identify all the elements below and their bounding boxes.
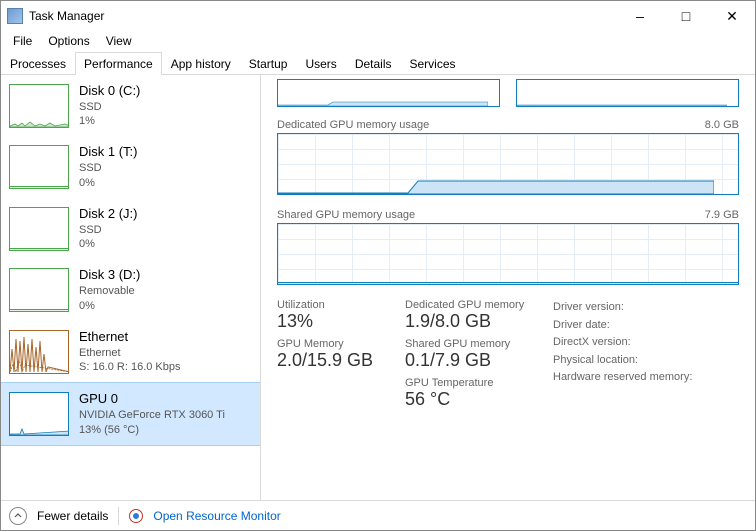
sparkline-icon (9, 84, 69, 128)
menu-view[interactable]: View (98, 32, 140, 50)
sparkline-icon (9, 392, 69, 436)
tab-app-history[interactable]: App history (162, 52, 240, 75)
content-area: Disk 0 (C:) SSD 1% Disk 1 (T:) SSD 0% Di… (1, 75, 755, 500)
tab-performance[interactable]: Performance (75, 52, 162, 75)
sidebar-item-info: Ethernet Ethernet S: 16.0 R: 16.0 Kbps (79, 329, 181, 374)
stat-label: Shared GPU memory (405, 338, 545, 350)
sidebar-item-sub: SSD (79, 223, 138, 237)
dedicated-memory-label: Dedicated GPU memory usage (277, 119, 429, 131)
tab-processes[interactable]: Processes (1, 52, 75, 75)
sidebar-item-label: Disk 0 (C:) (79, 83, 140, 100)
sidebar-item-label: Disk 3 (D:) (79, 267, 140, 284)
sidebar-item-value: 0% (79, 237, 138, 251)
sidebar-item-disk-3[interactable]: Disk 3 (D:) Removable 0% (1, 259, 260, 320)
close-button[interactable]: ✕ (709, 1, 755, 31)
directx-version-label: DirectX version: (553, 334, 723, 352)
sidebar-item-value: 0% (79, 299, 140, 313)
top-mini-graphs (277, 79, 739, 107)
tab-services[interactable]: Services (401, 52, 465, 75)
stat-value: 13% (277, 311, 397, 332)
shared-memory-label: Shared GPU memory usage (277, 209, 415, 221)
app-icon (7, 8, 23, 24)
sidebar-item-label: Disk 2 (J:) (79, 206, 138, 223)
sidebar-item-sub: SSD (79, 100, 140, 114)
sidebar-item-label: Ethernet (79, 329, 181, 346)
physical-location-label: Physical location: (553, 352, 723, 370)
resource-monitor-icon (129, 509, 143, 523)
sidebar-item-value: 0% (79, 176, 138, 190)
stat-label: GPU Temperature (405, 377, 545, 389)
driver-date-label: Driver date: (553, 317, 723, 335)
stat-dedicated: Dedicated GPU memory 1.9/8.0 GB Shared G… (405, 299, 545, 416)
dedicated-memory-graph[interactable] (277, 133, 739, 195)
sidebar-item-info: Disk 3 (D:) Removable 0% (79, 267, 140, 312)
sidebar-item-disk-1[interactable]: Disk 1 (T:) SSD 0% (1, 136, 260, 197)
sidebar-item-value: S: 16.0 R: 16.0 Kbps (79, 360, 181, 374)
stat-value: 2.0/15.9 GB (277, 350, 397, 371)
shared-memory-graph[interactable] (277, 223, 739, 285)
sidebar-item-sub: NVIDIA GeForce RTX 3060 Ti (79, 408, 225, 422)
window-title: Task Manager (29, 9, 617, 23)
sidebar-item-info: Disk 1 (T:) SSD 0% (79, 144, 138, 189)
performance-sidebar[interactable]: Disk 0 (C:) SSD 1% Disk 1 (T:) SSD 0% Di… (1, 75, 261, 500)
title-bar: Task Manager – □ ✕ (1, 1, 755, 31)
collapse-icon[interactable] (9, 507, 27, 525)
footer-bar: Fewer details Open Resource Monitor (1, 500, 755, 530)
stat-value: 0.1/7.9 GB (405, 350, 545, 371)
sidebar-item-info: Disk 2 (J:) SSD 0% (79, 206, 138, 251)
sparkline-icon (9, 207, 69, 251)
sidebar-item-gpu-0[interactable]: GPU 0 NVIDIA GeForce RTX 3060 Ti 13% (56… (1, 382, 260, 445)
sidebar-item-info: GPU 0 NVIDIA GeForce RTX 3060 Ti 13% (56… (79, 391, 225, 436)
sidebar-item-label: Disk 1 (T:) (79, 144, 138, 161)
stat-label: Utilization (277, 299, 397, 311)
menu-options[interactable]: Options (40, 32, 97, 50)
sidebar-item-value: 13% (56 °C) (79, 423, 225, 437)
tab-details[interactable]: Details (346, 52, 401, 75)
sidebar-item-info: Disk 0 (C:) SSD 1% (79, 83, 140, 128)
minimize-button[interactable]: – (617, 1, 663, 31)
tab-users[interactable]: Users (296, 52, 345, 75)
sidebar-item-value: 1% (79, 114, 140, 128)
driver-info: Driver version: Driver date: DirectX ver… (553, 299, 723, 416)
sidebar-item-sub: Removable (79, 284, 140, 298)
menu-bar: File Options View (1, 31, 755, 51)
sparkline-icon (9, 145, 69, 189)
mini-graph-2[interactable] (516, 79, 739, 107)
maximize-button[interactable]: □ (663, 1, 709, 31)
shared-memory-section: Shared GPU memory usage 7.9 GB (277, 209, 739, 285)
menu-file[interactable]: File (5, 32, 40, 50)
sidebar-item-ethernet[interactable]: Ethernet Ethernet S: 16.0 R: 16.0 Kbps (1, 321, 260, 382)
sidebar-item-disk-0[interactable]: Disk 0 (C:) SSD 1% (1, 75, 260, 136)
mini-graph-1[interactable] (277, 79, 500, 107)
sparkline-icon (9, 330, 69, 374)
stat-utilization: Utilization 13% GPU Memory 2.0/15.9 GB (277, 299, 397, 416)
sidebar-item-label: GPU 0 (79, 391, 225, 408)
driver-version-label: Driver version: (553, 299, 723, 317)
stat-label: GPU Memory (277, 338, 397, 350)
tab-startup[interactable]: Startup (240, 52, 297, 75)
sidebar-item-sub: SSD (79, 161, 138, 175)
open-resource-monitor-link[interactable]: Open Resource Monitor (153, 509, 280, 523)
dedicated-memory-max: 8.0 GB (705, 119, 739, 131)
hw-reserved-label: Hardware reserved memory: (553, 369, 723, 387)
stat-value: 56 °C (405, 389, 545, 410)
sidebar-item-disk-2[interactable]: Disk 2 (J:) SSD 0% (1, 198, 260, 259)
tab-strip: Processes Performance App history Startu… (1, 51, 755, 75)
stat-label: Dedicated GPU memory (405, 299, 545, 311)
stats-grid: Utilization 13% GPU Memory 2.0/15.9 GB D… (277, 299, 739, 416)
divider (118, 507, 119, 525)
fewer-details-button[interactable]: Fewer details (37, 509, 108, 523)
shared-memory-max: 7.9 GB (705, 209, 739, 221)
dedicated-memory-section: Dedicated GPU memory usage 8.0 GB (277, 119, 739, 195)
sidebar-item-sub: Ethernet (79, 346, 181, 360)
sparkline-icon (9, 268, 69, 312)
detail-pane: Dedicated GPU memory usage 8.0 GB Shared… (261, 75, 755, 500)
stat-value: 1.9/8.0 GB (405, 311, 545, 332)
